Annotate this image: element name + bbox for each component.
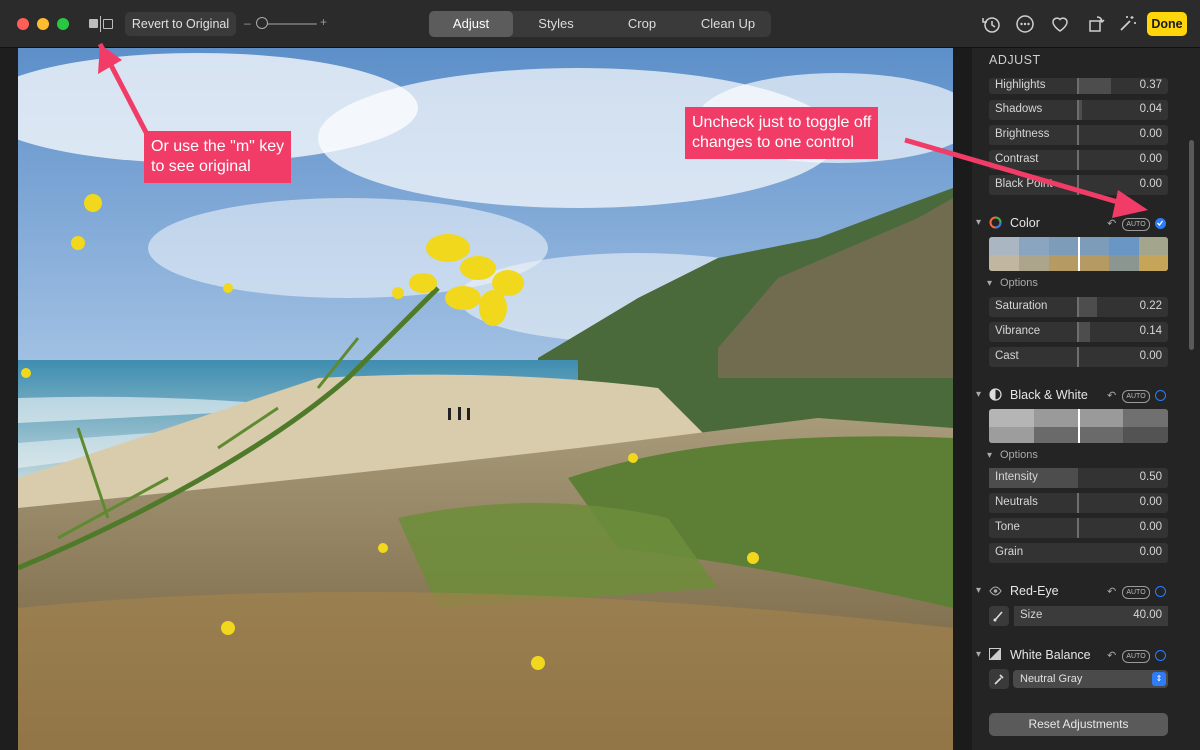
annotation-line: changes to one control: [692, 134, 854, 151]
annotation-compare-tip: Or use the "m" key to see original: [144, 131, 292, 183]
annotation-line: Or use the "m" key: [151, 138, 285, 155]
annotation-line: Uncheck just to toggle off: [692, 114, 872, 131]
annotation-line: to see original: [151, 158, 251, 175]
annotation-toggle-tip: Uncheck just to toggle off changes to on…: [685, 107, 879, 159]
annotation-arrows: [97, 42, 1148, 218]
